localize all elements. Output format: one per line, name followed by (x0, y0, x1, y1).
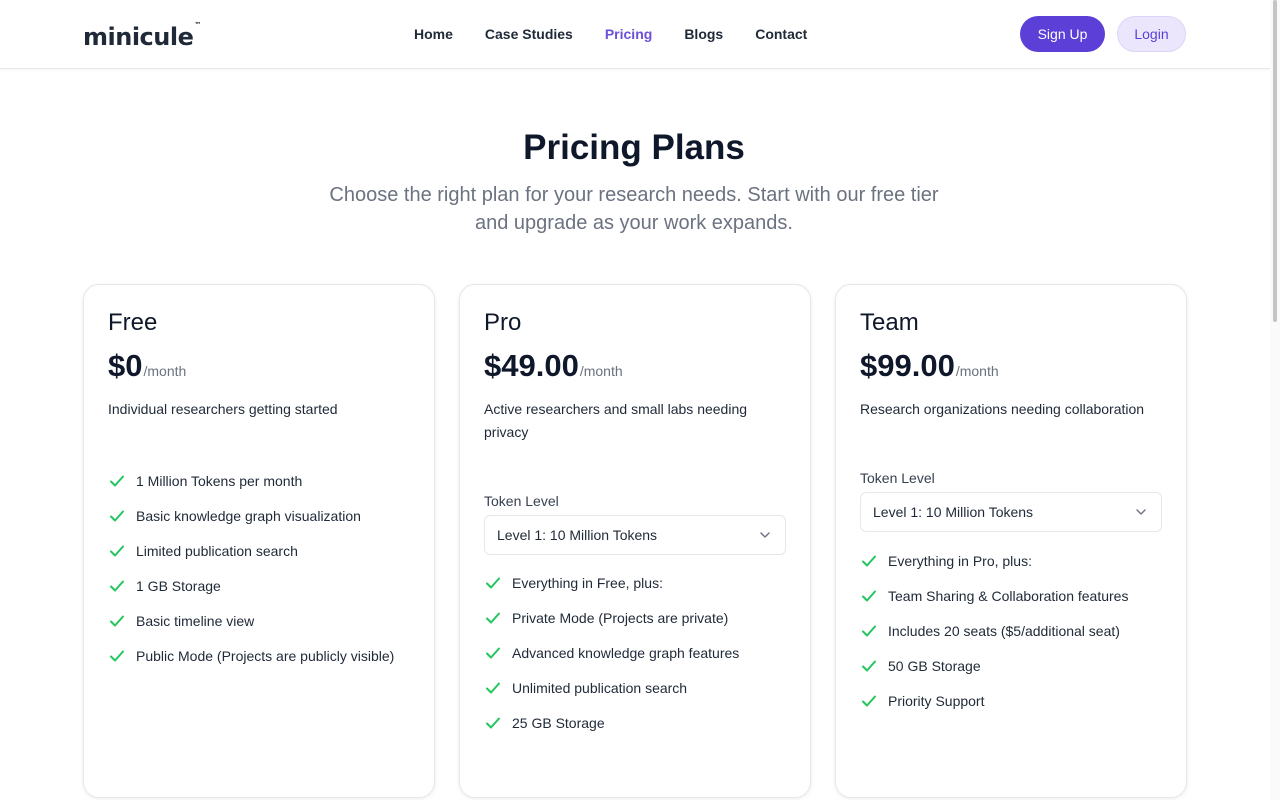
check-icon (486, 647, 500, 658)
page-title: Pricing Plans (523, 128, 745, 167)
plan-price: $0 (108, 348, 143, 383)
chevron-down-icon (1136, 509, 1146, 515)
feature-text: 50 GB Storage (888, 657, 981, 674)
feature-item: 50 GB Storage (860, 648, 1128, 683)
feature-item: Advanced knowledge graph features (484, 635, 739, 670)
feature-list: Everything in Free, plus: Private Mode (… (484, 565, 739, 740)
check-icon (862, 555, 876, 566)
plan-description: Active researchers and small labs needin… (484, 401, 748, 440)
feature-item: Everything in Pro, plus: (860, 543, 1128, 578)
check-icon (486, 682, 500, 693)
plan-description: Research organizations needing collabora… (860, 401, 1145, 417)
check-icon (862, 695, 876, 706)
feature-text: 25 GB Storage (512, 714, 605, 731)
feature-item: Includes 20 seats ($5/additional seat) (860, 613, 1128, 648)
check-icon (486, 612, 500, 623)
check-icon (110, 580, 124, 591)
feature-text: Public Mode (Projects are publicly visib… (136, 647, 395, 664)
token-level-label: Token Level (484, 493, 559, 509)
nav-contact[interactable]: Contact (755, 24, 807, 44)
page-subtitle: Choose the right plan for your research … (329, 184, 939, 234)
plan-card-team: Team $99.00 /month Research organization… (835, 284, 1187, 798)
feature-list: Everything in Pro, plus: Team Sharing & … (860, 543, 1128, 718)
logo-trademark: ™ (194, 21, 201, 29)
check-icon (862, 625, 876, 636)
feature-item: 1 GB Storage (108, 568, 394, 603)
feature-item: Basic timeline view (108, 603, 394, 638)
plan-name: Team (860, 309, 919, 336)
logo[interactable]: minicule ™ (83, 17, 201, 51)
plan-name: Free (108, 309, 158, 336)
feature-item: 1 Million Tokens per month (108, 463, 394, 498)
nav-home[interactable]: Home (414, 24, 453, 44)
chevron-down-icon (760, 532, 770, 538)
feature-item: Private Mode (Projects are private) (484, 600, 739, 635)
feature-item: Public Mode (Projects are publicly visib… (108, 638, 394, 673)
check-icon (862, 660, 876, 671)
check-icon (862, 590, 876, 601)
feature-item: Limited publication search (108, 533, 394, 568)
feature-item: Basic knowledge graph visualization (108, 498, 394, 533)
plan-price: $49.00 (484, 348, 579, 383)
feature-item: Unlimited publication search (484, 670, 739, 705)
token-level-select[interactable]: Level 1: 10 Million Tokens (860, 492, 1162, 532)
feature-text: 1 GB Storage (136, 577, 221, 594)
nav-case-studies[interactable]: Case Studies (485, 24, 573, 44)
feature-item: Team Sharing & Collaboration features (860, 578, 1128, 613)
check-icon (110, 510, 124, 521)
check-icon (110, 650, 124, 661)
feature-text: Basic knowledge graph visualization (136, 507, 361, 524)
main-nav: Home Case Studies Pricing Blogs Contact (414, 24, 839, 44)
check-icon (110, 615, 124, 626)
plan-card-pro: Pro $49.00 /month Active researchers and… (459, 284, 811, 798)
token-level-label: Token Level (860, 470, 935, 486)
feature-text: Priority Support (888, 692, 985, 709)
feature-list: 1 Million Tokens per month Basic knowled… (108, 463, 394, 673)
feature-text: Private Mode (Projects are private) (512, 609, 729, 626)
feature-text: Unlimited publication search (512, 679, 688, 696)
feature-text: Advanced knowledge graph features (512, 644, 740, 661)
plan-description: Individual researchers getting started (108, 401, 338, 417)
nav-pricing[interactable]: Pricing (605, 24, 652, 44)
feature-text: Team Sharing & Collaboration features (888, 587, 1129, 604)
plan-period: /month (579, 363, 623, 379)
logo-text: minicule (83, 23, 194, 51)
feature-text: Basic timeline view (136, 612, 255, 629)
plan-period: /month (143, 363, 187, 379)
feature-text: Everything in Free, plus: (512, 574, 663, 591)
feature-item: Everything in Free, plus: (484, 565, 739, 600)
token-level-value: Level 1: 10 Million Tokens (873, 504, 1034, 520)
price-row: $99.00 /month (860, 348, 999, 384)
feature-text: Includes 20 seats ($5/additional seat) (888, 622, 1120, 639)
token-level-select[interactable]: Level 1: 10 Million Tokens (484, 515, 786, 555)
plan-name: Pro (484, 309, 522, 336)
feature-text: 1 Million Tokens per month (136, 472, 303, 489)
feature-text: Everything in Pro, plus: (888, 552, 1032, 569)
nav-blogs[interactable]: Blogs (684, 24, 723, 44)
sign-up-button[interactable]: Sign Up (1020, 16, 1105, 52)
plan-period: /month (955, 363, 999, 379)
price-row: $49.00 /month (484, 348, 623, 384)
feature-text: Limited publication search (136, 542, 298, 559)
token-level-value: Level 1: 10 Million Tokens (497, 527, 658, 543)
plan-card-free: Free $0 /month Individual researchers ge… (83, 284, 435, 798)
check-icon (486, 577, 500, 588)
check-icon (110, 545, 124, 556)
feature-item: Priority Support (860, 683, 1128, 718)
price-row: $0 /month (108, 348, 186, 384)
feature-item: 25 GB Storage (484, 705, 739, 740)
login-button[interactable]: Login (1117, 16, 1186, 52)
plan-price: $99.00 (860, 348, 955, 383)
page-scrollbar[interactable] (1270, 0, 1280, 800)
site-header: minicule ™ Home Case Studies Pricing Blog… (0, 0, 1270, 69)
scrollbar-thumb[interactable] (1273, 0, 1277, 322)
check-icon (110, 475, 124, 486)
check-icon (486, 717, 500, 728)
